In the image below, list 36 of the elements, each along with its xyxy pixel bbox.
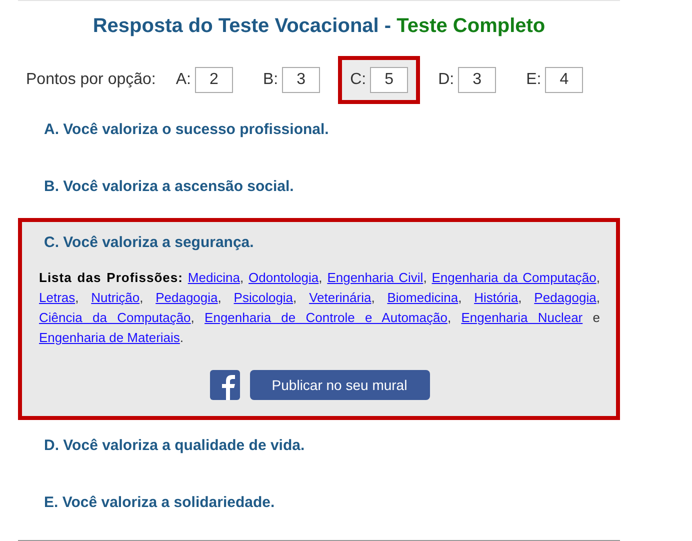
- profession-link[interactable]: Letras: [39, 290, 76, 305]
- profession-link[interactable]: Biomedicina: [387, 290, 458, 305]
- page-title: Resposta do Teste Vocacional - Teste Completo: [92, 15, 546, 38]
- profession-link[interactable]: Medicina: [188, 270, 240, 285]
- profession-link[interactable]: Engenharia da Computação: [432, 270, 596, 285]
- answer-text: D. Você valoriza a qualidade de vida.: [44, 437, 305, 454]
- score-value: 5: [370, 67, 408, 93]
- share-button[interactable]: Publicar no seu mural: [250, 370, 430, 400]
- answer-text: E. Você valoriza a solidariedade.: [44, 494, 275, 511]
- facebook-icon[interactable]: [210, 370, 240, 400]
- profession-link[interactable]: História: [474, 290, 518, 305]
- profession-link[interactable]: Nutrição: [91, 290, 140, 305]
- profession-link[interactable]: Odontologia: [248, 270, 319, 285]
- answer-text: C. Você valoriza a segurança.: [44, 234, 254, 251]
- answer-text: A. Você valoriza o sucesso profissional.: [44, 121, 329, 138]
- answer-text: B. Você valoriza a ascensão social.: [44, 178, 294, 195]
- profession-link[interactable]: Pedagogia: [156, 290, 218, 305]
- profession-link[interactable]: Pedagogia: [534, 290, 596, 305]
- profession-link[interactable]: Ciência da Computação: [39, 310, 191, 325]
- option-letter: E:: [526, 71, 542, 89]
- profession-link[interactable]: Veterinária: [309, 290, 372, 305]
- profession-link[interactable]: Engenharia Civil: [327, 270, 424, 285]
- option-letter: C:: [350, 71, 366, 89]
- option-letter: A:: [176, 71, 191, 89]
- profession-link[interactable]: Psicologia: [234, 290, 294, 305]
- option-letter: B:: [263, 71, 278, 89]
- option-letter: D:: [438, 71, 454, 89]
- score-value: 3: [458, 67, 496, 93]
- profession-link[interactable]: Engenharia de Controle e Automação: [204, 310, 448, 325]
- score-value: 2: [195, 67, 233, 93]
- profession-link[interactable]: Engenharia Nuclear: [461, 310, 583, 325]
- score-label: Pontos por opção:: [26, 71, 156, 89]
- score-value: 4: [545, 67, 584, 93]
- professions-paragraph: Lista das Profissões: Medicina, Odontologia, Engenharia Civil, Engenharia da Computação, Letras, Nutrição, Pedagogia, Psicologia, Veterinária, Biomedicina, História, Pedagogia, Ciência da Computação, Engenharia de Controle e Automação, Engenharia Nuclear e Engenharia de Materiais.: [39, 269, 600, 347]
- profession-link[interactable]: Engenharia de Materiais: [39, 330, 180, 345]
- score-value: 3: [282, 67, 320, 93]
